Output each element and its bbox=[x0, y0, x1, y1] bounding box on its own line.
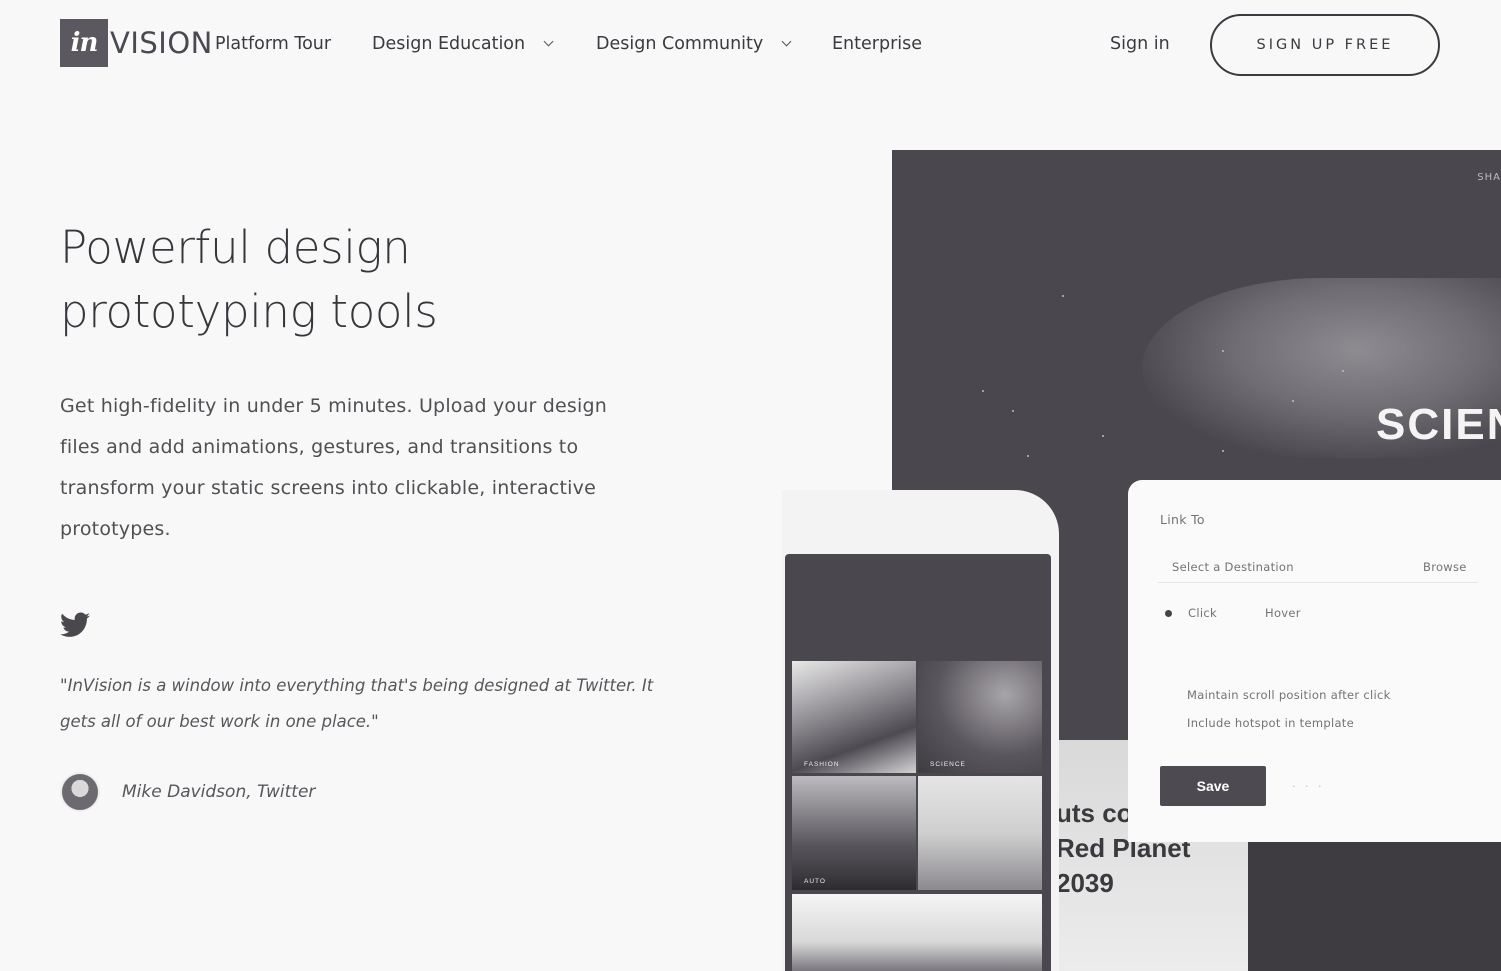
logo-mark: in bbox=[60, 19, 108, 67]
sign-up-free-button[interactable]: SIGN UP FREE bbox=[1210, 14, 1440, 76]
nav-link-label: Platform Tour bbox=[215, 34, 332, 54]
testimonial-author: Mike Davidson, Twitter bbox=[60, 772, 315, 812]
desktop-top-text: SHA bbox=[1477, 172, 1501, 183]
headline-line-1: Powerful design bbox=[60, 221, 411, 274]
maintain-scroll-checkbox[interactable]: Maintain scroll position after click bbox=[1187, 688, 1391, 702]
star-dot bbox=[1342, 370, 1344, 372]
cancel-link[interactable]: · · · bbox=[1292, 780, 1324, 793]
article-line: uts co bbox=[1056, 798, 1133, 828]
tile-label: SCIENCE bbox=[930, 761, 966, 768]
star-dot bbox=[982, 390, 984, 392]
star-dot bbox=[1062, 295, 1064, 297]
radio-selected-icon bbox=[1165, 610, 1172, 617]
author-name: Mike Davidson, Twitter bbox=[122, 782, 316, 802]
avatar bbox=[60, 772, 100, 812]
chevron-down-icon bbox=[543, 36, 554, 47]
star-dot bbox=[1012, 410, 1014, 412]
tile-landscape[interactable] bbox=[792, 894, 1042, 971]
nav-design-education[interactable]: Design Education bbox=[372, 34, 554, 54]
star-dot bbox=[1222, 350, 1224, 352]
hero-headline: Powerful design prototyping tools bbox=[60, 216, 580, 344]
twitter-icon bbox=[60, 612, 90, 637]
tile-fashion[interactable]: FASHION bbox=[792, 661, 916, 773]
article-line: 2039 bbox=[1056, 868, 1114, 898]
nav-platform-tour[interactable]: Platform Tour bbox=[215, 34, 331, 54]
sign-in-link[interactable]: Sign in bbox=[1110, 34, 1170, 54]
link-to-panel: Link To Select a Destination Browse Clic… bbox=[1128, 480, 1501, 842]
trigger-hover-option[interactable]: Hover bbox=[1265, 606, 1301, 620]
tile-product[interactable] bbox=[918, 776, 1042, 890]
divider bbox=[1158, 582, 1478, 583]
top-navigation: in VISION Platform Tour Design Education… bbox=[0, 0, 1501, 90]
include-hotspot-checkbox[interactable]: Include hotspot in template bbox=[1187, 716, 1354, 730]
nav-enterprise[interactable]: Enterprise bbox=[832, 34, 922, 54]
save-button[interactable]: Save bbox=[1160, 766, 1266, 806]
invision-logo[interactable]: in VISION bbox=[60, 18, 213, 68]
star-dot bbox=[1222, 450, 1224, 452]
nav-design-community[interactable]: Design Community bbox=[596, 34, 792, 54]
tile-science[interactable]: SCIENCE bbox=[918, 661, 1042, 773]
science-heading: SCIEN bbox=[1376, 400, 1501, 449]
chevron-down-icon bbox=[781, 36, 792, 47]
browse-link[interactable]: Browse bbox=[1423, 560, 1467, 574]
panel-title: Link To bbox=[1160, 512, 1205, 527]
headline-line-2: prototyping tools bbox=[60, 285, 438, 338]
destination-select[interactable]: Select a Destination bbox=[1172, 560, 1294, 574]
trigger-click-option[interactable]: Click bbox=[1188, 606, 1217, 620]
nav-link-label: Enterprise bbox=[832, 34, 923, 54]
dark-image-corner bbox=[1248, 840, 1501, 971]
star-dot bbox=[1102, 435, 1104, 437]
star-dot bbox=[1292, 400, 1294, 402]
star-dot bbox=[1027, 455, 1029, 457]
tile-label: FASHION bbox=[804, 761, 840, 768]
nav-link-label: Design Education bbox=[372, 34, 526, 54]
testimonial-quote: "InVision is a window into everything th… bbox=[60, 676, 654, 731]
tile-auto[interactable]: AUTO bbox=[792, 776, 916, 890]
phone-mockup: FASHION SCIENCE AUTO bbox=[782, 490, 1059, 971]
nav-link-label: Design Community bbox=[596, 34, 764, 54]
hero-lead-paragraph: Get high-fidelity in under 5 minutes. Up… bbox=[60, 395, 607, 540]
logo-wordmark: VISION bbox=[110, 26, 213, 60]
tile-label: AUTO bbox=[804, 878, 826, 885]
phone-screen: FASHION SCIENCE AUTO bbox=[785, 554, 1051, 971]
